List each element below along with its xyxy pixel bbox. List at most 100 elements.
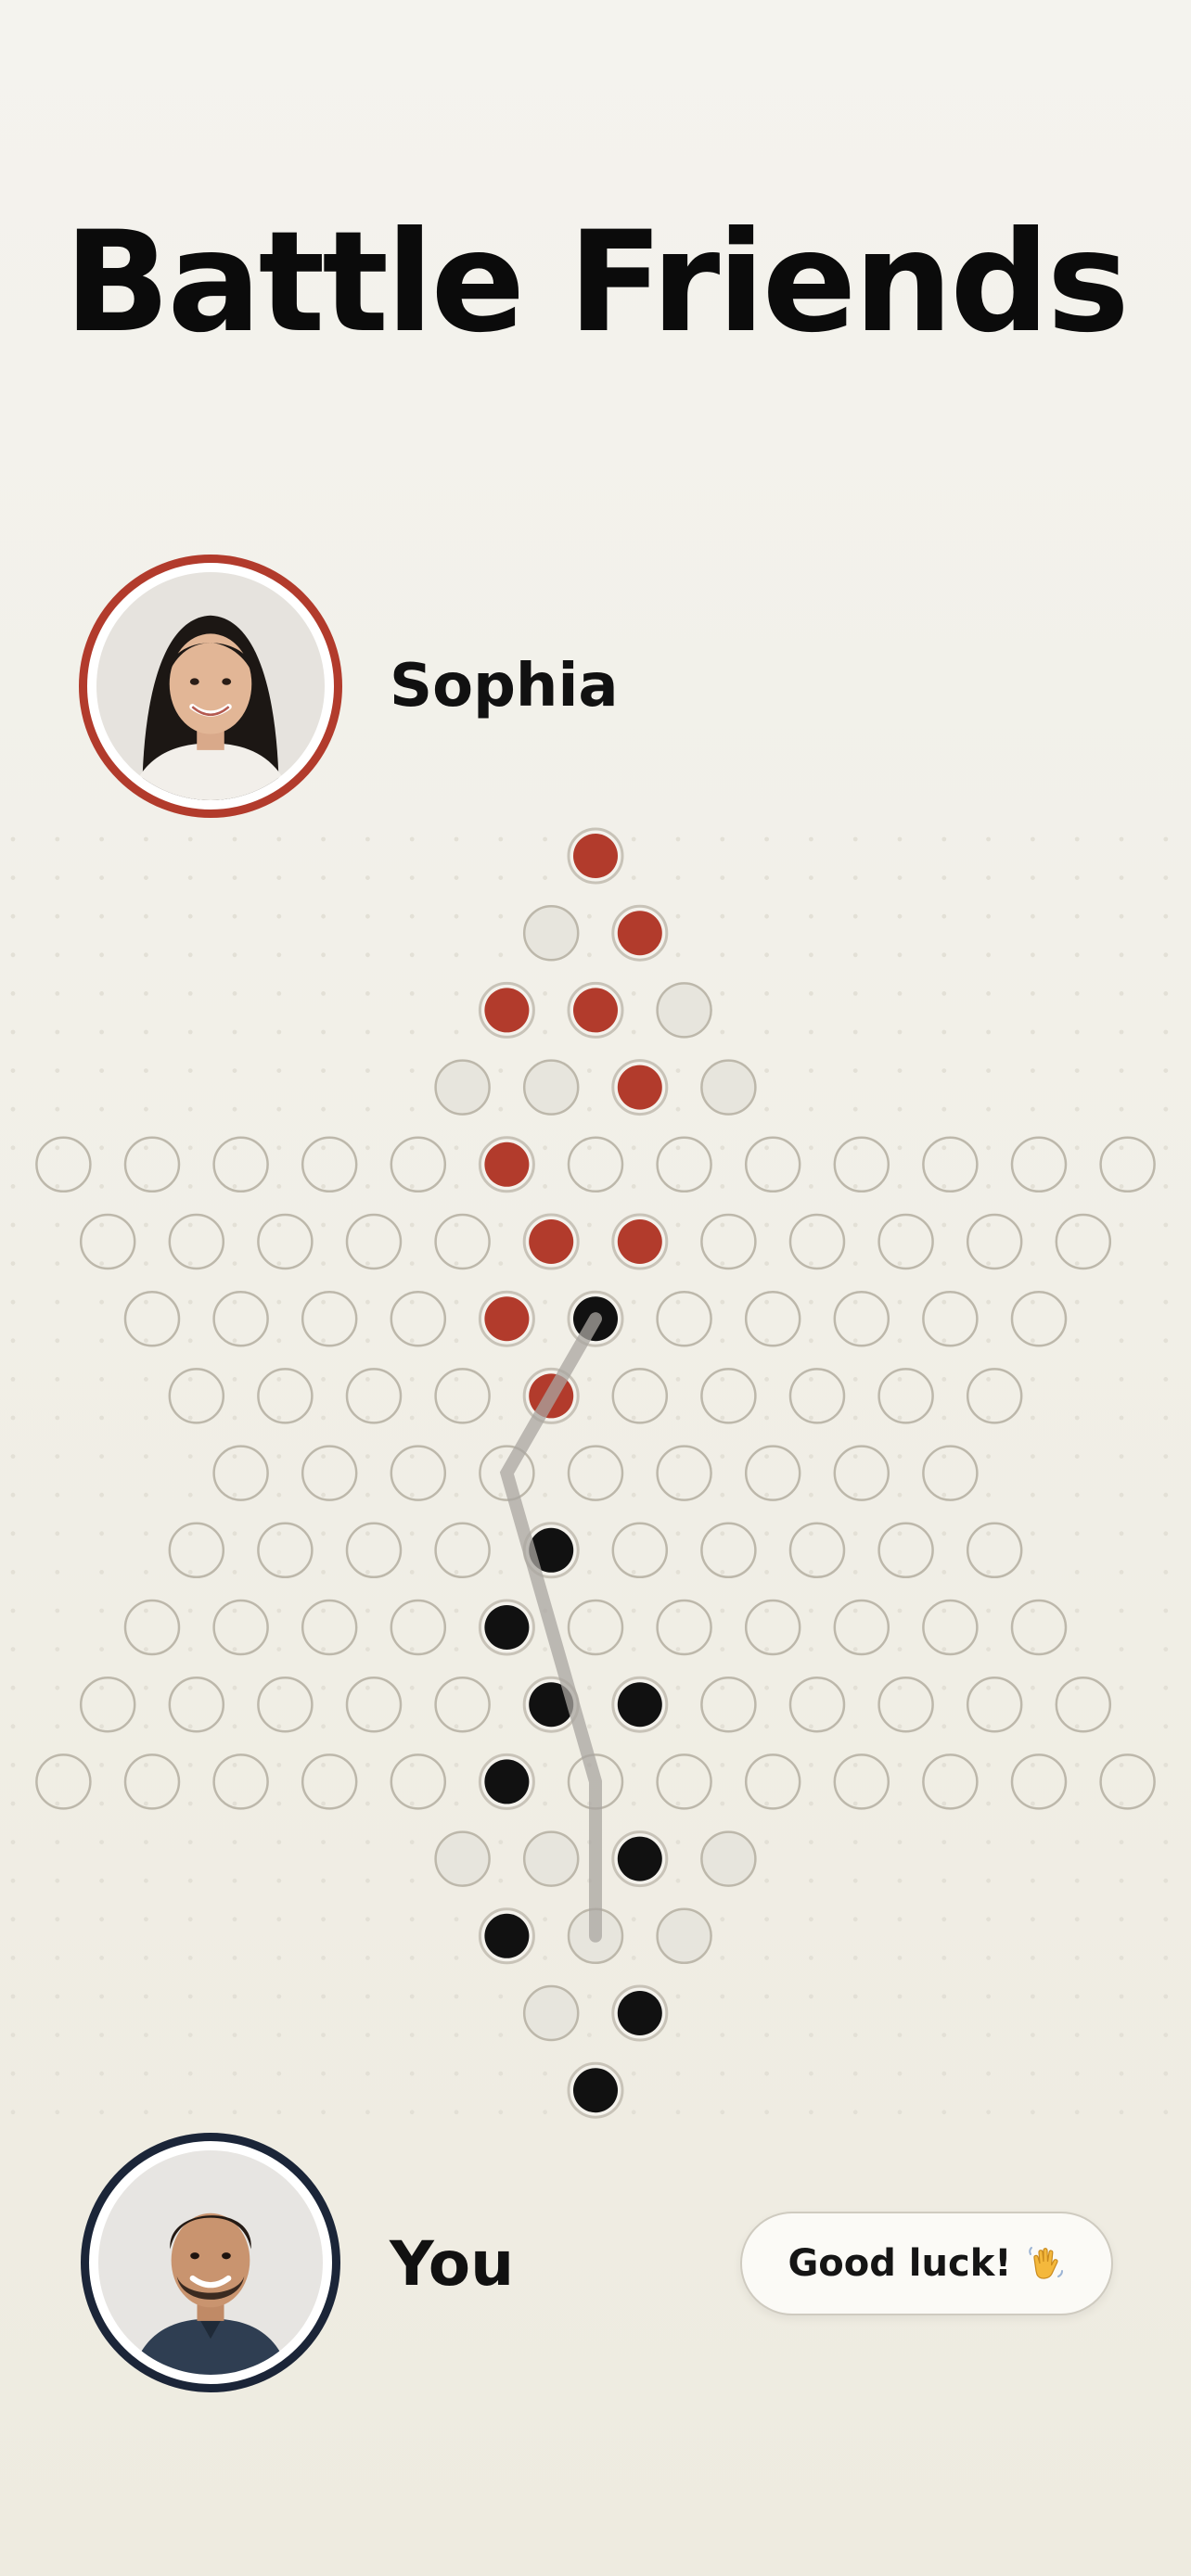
empty-hole[interactable] [123, 1290, 181, 1347]
empty-hole[interactable] [168, 1676, 225, 1733]
empty-hole[interactable] [922, 1290, 979, 1347]
empty-hole[interactable] [434, 1368, 491, 1424]
empty-hole[interactable] [922, 1136, 979, 1193]
empty-hole[interactable] [123, 1136, 181, 1193]
empty-hole[interactable] [877, 1213, 934, 1270]
empty-hole[interactable] [168, 1213, 225, 1270]
empty-hole[interactable] [744, 1599, 801, 1656]
empty-hole[interactable] [345, 1676, 403, 1733]
empty-hole[interactable] [567, 1445, 624, 1501]
home-hole[interactable] [522, 1059, 580, 1116]
empty-hole[interactable] [123, 1599, 181, 1656]
empty-hole[interactable] [168, 1522, 225, 1579]
empty-hole[interactable] [744, 1136, 801, 1193]
empty-hole[interactable] [1010, 1136, 1068, 1193]
empty-hole[interactable] [744, 1753, 801, 1810]
empty-hole[interactable] [744, 1290, 801, 1347]
empty-hole[interactable] [833, 1136, 890, 1193]
player-piece[interactable] [611, 1676, 669, 1733]
player-piece[interactable] [478, 1907, 535, 1965]
empty-hole[interactable] [966, 1213, 1023, 1270]
empty-hole[interactable] [833, 1599, 890, 1656]
empty-hole[interactable] [212, 1753, 269, 1810]
empty-hole[interactable] [390, 1290, 447, 1347]
empty-hole[interactable] [966, 1676, 1023, 1733]
empty-hole[interactable] [656, 1445, 712, 1501]
empty-hole[interactable] [390, 1753, 447, 1810]
empty-hole[interactable] [1055, 1213, 1112, 1270]
opponent-piece[interactable] [611, 904, 669, 962]
empty-hole[interactable] [788, 1522, 846, 1579]
home-hole[interactable] [700, 1059, 757, 1116]
empty-hole[interactable] [700, 1522, 757, 1579]
empty-hole[interactable] [212, 1599, 269, 1656]
empty-hole[interactable] [345, 1213, 403, 1270]
empty-hole[interactable] [1055, 1676, 1112, 1733]
opponent-piece[interactable] [611, 1213, 669, 1270]
empty-hole[interactable] [656, 1136, 712, 1193]
opponent-piece[interactable] [478, 1136, 535, 1193]
empty-hole[interactable] [833, 1445, 890, 1501]
empty-hole[interactable] [301, 1290, 358, 1347]
opponent-piece[interactable] [567, 827, 624, 885]
empty-hole[interactable] [611, 1522, 669, 1579]
empty-hole[interactable] [390, 1599, 447, 1656]
empty-hole[interactable] [966, 1368, 1023, 1424]
empty-hole[interactable] [567, 1599, 624, 1656]
empty-hole[interactable] [877, 1676, 934, 1733]
empty-hole[interactable] [1099, 1136, 1156, 1193]
opponent-piece[interactable] [567, 981, 624, 1039]
empty-hole[interactable] [922, 1599, 979, 1656]
empty-hole[interactable] [788, 1676, 846, 1733]
empty-hole[interactable] [700, 1676, 757, 1733]
home-hole[interactable] [434, 1059, 491, 1116]
opponent-piece[interactable] [478, 1290, 535, 1347]
empty-hole[interactable] [79, 1213, 136, 1270]
empty-hole[interactable] [922, 1445, 979, 1501]
opponent-piece[interactable] [611, 1059, 669, 1116]
player-avatar[interactable] [81, 2133, 340, 2392]
empty-hole[interactable] [434, 1522, 491, 1579]
empty-hole[interactable] [788, 1213, 846, 1270]
empty-hole[interactable] [1099, 1753, 1156, 1810]
opponent-piece[interactable] [522, 1213, 580, 1270]
empty-hole[interactable] [301, 1753, 358, 1810]
empty-hole[interactable] [788, 1368, 846, 1424]
empty-hole[interactable] [168, 1368, 225, 1424]
empty-hole[interactable] [656, 1290, 712, 1347]
empty-hole[interactable] [257, 1213, 314, 1270]
empty-hole[interactable] [744, 1445, 801, 1501]
home-hole[interactable] [522, 1830, 580, 1887]
empty-hole[interactable] [922, 1753, 979, 1810]
home-hole[interactable] [522, 1984, 580, 2042]
empty-hole[interactable] [35, 1753, 92, 1810]
empty-hole[interactable] [833, 1290, 890, 1347]
empty-hole[interactable] [123, 1753, 181, 1810]
home-hole[interactable] [434, 1830, 491, 1887]
player-piece[interactable] [611, 1984, 669, 2042]
chat-bubble[interactable]: Good luck! [740, 2212, 1113, 2315]
empty-hole[interactable] [434, 1213, 491, 1270]
player-piece[interactable] [611, 1830, 669, 1888]
empty-hole[interactable] [212, 1445, 269, 1501]
empty-hole[interactable] [257, 1676, 314, 1733]
empty-hole[interactable] [301, 1599, 358, 1656]
player-piece[interactable] [478, 1753, 535, 1810]
empty-hole[interactable] [434, 1676, 491, 1733]
empty-hole[interactable] [257, 1522, 314, 1579]
empty-hole[interactable] [301, 1136, 358, 1193]
player-piece[interactable] [567, 2061, 624, 2119]
empty-hole[interactable] [700, 1368, 757, 1424]
home-hole[interactable] [700, 1830, 757, 1887]
empty-hole[interactable] [567, 1136, 624, 1193]
empty-hole[interactable] [1010, 1290, 1068, 1347]
empty-hole[interactable] [212, 1290, 269, 1347]
opponent-piece[interactable] [478, 981, 535, 1039]
empty-hole[interactable] [390, 1445, 447, 1501]
empty-hole[interactable] [700, 1213, 757, 1270]
empty-hole[interactable] [1010, 1753, 1068, 1810]
game-board[interactable] [0, 811, 1191, 2119]
empty-hole[interactable] [1010, 1599, 1068, 1656]
home-hole[interactable] [522, 904, 580, 962]
opponent-avatar[interactable] [79, 555, 342, 818]
